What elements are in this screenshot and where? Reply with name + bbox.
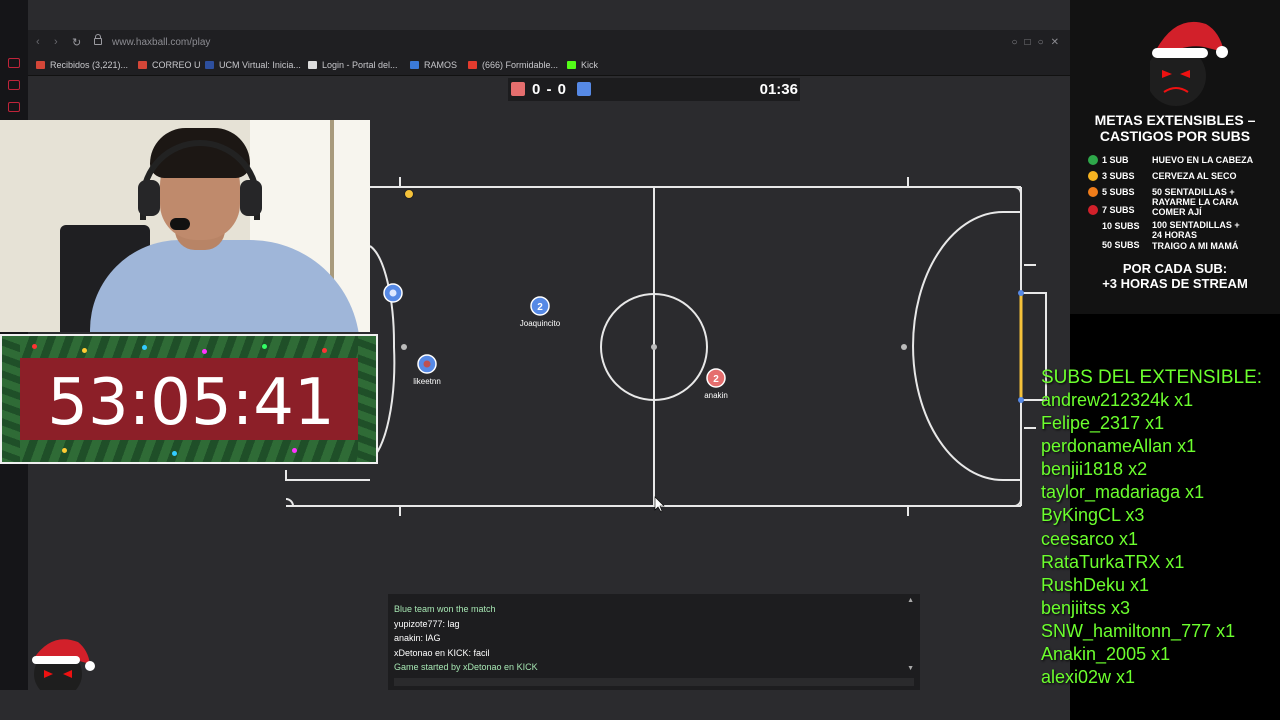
stream-timer: 53:05:41 xyxy=(0,334,378,464)
list-item: ceesarco x1 xyxy=(1041,528,1139,549)
chevron-down-icon[interactable]: ▼ xyxy=(907,665,914,672)
overlay-footer: POR CADA SUB: +3 HORAS DE STREAM xyxy=(1070,261,1280,291)
light-bulb xyxy=(142,345,147,350)
light-bulb xyxy=(82,348,87,353)
subs-list: andrew212324k x1 Felipe_2317 x1 perdonam… xyxy=(1041,389,1235,689)
santa-hat-trim xyxy=(32,656,80,664)
rule-reward: 100 SENTADILLAS + 24 HORAS xyxy=(1152,220,1240,240)
chat-input[interactable] xyxy=(394,678,914,686)
chat-message: Blue team won the match xyxy=(394,604,496,614)
light-bulb xyxy=(322,348,327,353)
headset-cup xyxy=(138,180,160,216)
overlay-footer-line: POR CADA SUB: xyxy=(1122,261,1228,276)
chat-message: xDetonao en KICK: facil xyxy=(394,648,490,658)
list-item: ByKingCL x3 xyxy=(1041,505,1145,526)
angry-santa-icon xyxy=(1150,21,1228,106)
webcam-overlay xyxy=(0,120,370,332)
garland-decoration xyxy=(2,440,376,462)
list-item: alexi02w x1 xyxy=(1041,667,1136,688)
kickoff-spot xyxy=(651,344,657,350)
rule-subs: 7 SUBS xyxy=(1102,205,1135,215)
chat-message: anakin: lAG xyxy=(394,633,441,643)
subs-title: SUBS DEL EXTENSIBLE: xyxy=(1041,367,1263,388)
chat-message: Game started by xDetonao en KICK xyxy=(394,662,538,672)
status-dot xyxy=(1088,205,1098,215)
status-dot xyxy=(1088,187,1098,197)
corner-arc xyxy=(1013,186,1022,195)
player-name: likeetnn xyxy=(413,377,441,386)
rule-subs: 10 SUBS xyxy=(1102,221,1140,231)
player-name: anakin xyxy=(704,391,728,400)
rule-reward: CERVEZA AL SECO xyxy=(1152,171,1237,181)
light-bulb xyxy=(62,448,67,453)
right-penalty-area xyxy=(912,211,1021,481)
list-item: RataTurkaTRX x1 xyxy=(1041,551,1185,572)
light-bulb xyxy=(202,349,207,354)
list-item: andrew212324k x1 xyxy=(1041,390,1194,410)
headset-cup xyxy=(240,180,262,216)
avatar-icon xyxy=(389,289,397,297)
santa-hat-pompom xyxy=(1216,46,1228,58)
player-disc[interactable]: 2 xyxy=(530,296,550,316)
rule-reward: COMER AJÍ xyxy=(1152,207,1202,217)
santa-hat-pompom xyxy=(85,661,95,671)
match-clock: 01:36 xyxy=(759,81,798,98)
rule-subs: 3 SUBS xyxy=(1102,171,1135,181)
avatar-icon xyxy=(423,360,431,368)
microphone-icon xyxy=(170,218,190,230)
overlay-footer-line: +3 HORAS DE STREAM xyxy=(1102,276,1248,291)
list-item: SNW_hamiltonn_777 x1 xyxy=(1041,620,1236,641)
list-item: benjiitss x3 xyxy=(1041,597,1131,618)
rule-subs: 1 SUB xyxy=(1102,155,1129,165)
player-name: Joaquincito xyxy=(519,319,561,328)
scoreboard: 0 - 0 01:36 xyxy=(508,78,800,101)
red-team-icon xyxy=(511,82,525,96)
status-dot xyxy=(1088,171,1098,181)
player-number: 2 xyxy=(537,302,543,313)
list-item: Felipe_2317 x1 xyxy=(1041,413,1165,434)
ball xyxy=(404,189,414,199)
chat-message: yupizote777: lag xyxy=(394,619,460,629)
santa-hat-trim xyxy=(1152,48,1208,58)
light-bulb xyxy=(292,448,297,453)
left-penalty-area xyxy=(285,470,370,481)
overlay-title-line: CASTIGOS POR SUBS xyxy=(1099,128,1251,144)
rule-subs: 50 SUBS xyxy=(1102,240,1140,250)
list-item: taylor_madariaga x1 xyxy=(1041,482,1205,503)
overlay-title: METAS EXTENSIBLES – CASTIGOS POR SUBS xyxy=(1070,112,1280,144)
penalty-spot xyxy=(401,344,407,350)
timer-value: 53:05:41 xyxy=(47,366,335,440)
player-number: 2 xyxy=(713,374,719,385)
cursor-icon xyxy=(654,496,665,513)
player-disc[interactable]: 2 xyxy=(706,368,726,388)
list-item: RushDeku x1 xyxy=(1041,574,1150,595)
list-item: Anakin_2005 x1 xyxy=(1041,644,1171,665)
rule-reward: 50 SENTADILLAS + RAYARME LA CARA xyxy=(1152,187,1239,207)
pitch-lines xyxy=(285,177,1047,516)
overlay-title-line: METAS EXTENSIBLES – xyxy=(1094,112,1256,128)
list-item: perdonameAllan x1 xyxy=(1041,436,1197,457)
light-bulb xyxy=(172,451,177,456)
chevron-up-icon[interactable]: ▲ xyxy=(907,597,914,604)
rule-subs: 5 SUBS xyxy=(1102,187,1135,197)
light-bulb xyxy=(32,344,37,349)
goal-post xyxy=(1018,290,1024,296)
rule-reward: TRAIGO A MI MAMÁ xyxy=(1152,241,1239,251)
light-bulb xyxy=(262,344,267,349)
corner-arc xyxy=(1013,498,1022,507)
angry-santa-icon xyxy=(32,639,95,690)
garland-decoration xyxy=(2,336,376,358)
corner-arc xyxy=(285,498,294,507)
list-item: benjii1818 x2 xyxy=(1041,459,1148,480)
player-disc[interactable] xyxy=(417,354,437,374)
goal-post xyxy=(1018,397,1024,403)
player-disc[interactable] xyxy=(383,283,403,303)
status-dot xyxy=(1088,155,1098,165)
chat-panel[interactable]: ▲ Blue team won the match yupizote777: l… xyxy=(388,594,920,690)
rule-reward: HUEVO EN LA CABEZA xyxy=(1152,155,1254,165)
penalty-spot xyxy=(901,344,907,350)
blue-team-icon xyxy=(577,82,591,96)
score: 0 - 0 xyxy=(532,81,568,98)
